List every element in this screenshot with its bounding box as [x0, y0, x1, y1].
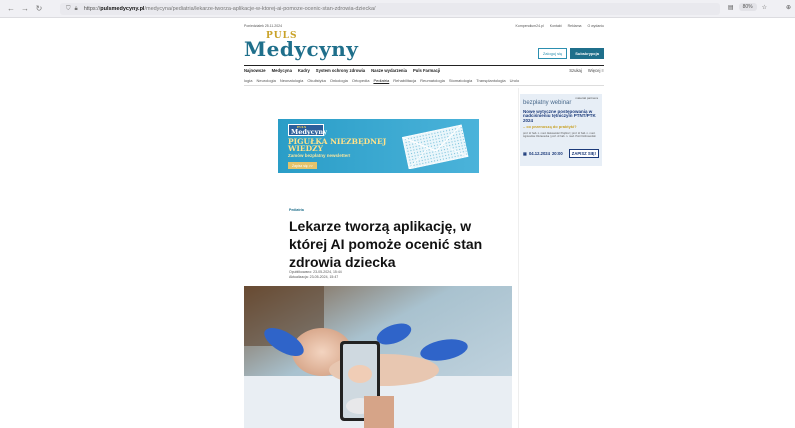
- nav-puls-farmacji[interactable]: Puls Farmacji: [413, 68, 440, 73]
- newsletter-banner[interactable]: PULS Medycyny PIGUŁKA NIEZBĘDNEJ WIEDZY …: [278, 119, 479, 173]
- subnav-item[interactable]: Transplantologia: [476, 78, 505, 83]
- webinar-authors: prof. dr hab. n. med. Aleksander Prejbis…: [523, 132, 596, 139]
- article-hero-image: [244, 286, 512, 428]
- updated-date: Aktualizacja: 23-05-2024, 15:47: [289, 275, 339, 279]
- current-date: Poniedziałek 25.11.2024: [244, 24, 283, 28]
- logo-medycyny: Medycyny: [244, 37, 359, 61]
- subnav-item[interactable]: Stomatologia: [449, 78, 472, 83]
- webinar-date: 04.12.2024: [528, 151, 550, 156]
- article-meta: Opublikowano: 23-05-2024, 15:44 Aktualiz…: [289, 270, 342, 280]
- top-bar: Poniedziałek 25.11.2024 Kompendium24.pl …: [244, 24, 604, 28]
- subnav-item[interactable]: Reumatologia: [420, 78, 445, 83]
- lock-icon[interactable]: 🔒︎: [75, 6, 78, 13]
- nav-medycyna[interactable]: Medycyna: [272, 68, 292, 73]
- subnav-item[interactable]: Ortopedia: [352, 78, 370, 83]
- banner-subtext: Zamów bezpłatny newsletter!: [288, 153, 351, 158]
- webinar-title: Nowe wytyczne postępowania w nadciśnieni…: [523, 109, 596, 123]
- top-link-kompendium[interactable]: Kompendium24.pl: [516, 24, 544, 28]
- subscribe-button[interactable]: Subskrypcja: [570, 48, 604, 59]
- browser-toolbar: ← → ↻ ⛉ 🔒︎ https:// pulsmedycyny.pl /med…: [0, 0, 795, 18]
- banner-logo-medycyny: Medycyny: [291, 128, 327, 136]
- search-link[interactable]: Szukaj: [569, 68, 582, 73]
- login-button[interactable]: Zaloguj się: [537, 48, 568, 59]
- extensions-icon[interactable]: ⊕: [786, 4, 791, 11]
- url-domain: pulsmedycyny.pl: [100, 6, 145, 12]
- reader-view-icon[interactable]: ▤: [728, 4, 734, 11]
- subnav-item[interactable]: Neurologia: [256, 78, 275, 83]
- subnav-item[interactable]: Urolo: [510, 78, 520, 83]
- webinar-ad[interactable]: materiał partnera bezpłatny webinar Nowe…: [520, 94, 602, 166]
- subnav-item-pediatria[interactable]: Pediatria: [373, 78, 389, 83]
- shield-icon[interactable]: ⛉: [66, 6, 71, 13]
- top-link-o-wydaniu[interactable]: O wydaniu: [587, 24, 604, 28]
- zoom-indicator[interactable]: 80%: [738, 3, 757, 11]
- banner-headline: PIGUŁKA NIEZBĘDNEJ WIEDZY: [288, 137, 387, 153]
- webinar-signup-button[interactable]: ZAPISZ SIĘ!: [568, 149, 599, 158]
- nav-nasze-wydarzenia[interactable]: Nasze wydarzenia: [371, 68, 407, 73]
- reload-icon[interactable]: ↻: [32, 4, 46, 13]
- subnav-item[interactable]: Rehabilitacja: [393, 78, 416, 83]
- address-bar[interactable]: ⛉ 🔒︎ https:// pulsmedycyny.pl /medycyna/…: [60, 3, 720, 15]
- nav-kadry[interactable]: Kadry: [298, 68, 310, 73]
- nav-divider: [244, 85, 604, 86]
- webinar-time: 20:00: [551, 151, 563, 156]
- article-category[interactable]: Pediatria: [289, 208, 304, 212]
- webinar-question: – co przenoszą do praktyki?: [523, 124, 577, 129]
- subnav-item[interactable]: logia: [244, 78, 252, 83]
- article-headline: Lekarze tworzą aplikację, w której AI po…: [289, 218, 483, 270]
- envelope-icon: [401, 124, 469, 169]
- specialty-nav: logia Neurologia Neonatologia Okulistyka…: [244, 76, 604, 84]
- url-scheme: https://: [83, 6, 101, 12]
- nav-system-ochrony-zdrowia[interactable]: System ochrony zdrowia: [316, 68, 365, 73]
- banner-logo: PULS Medycyny: [288, 124, 327, 136]
- subnav-item[interactable]: Okulistyka: [307, 78, 325, 83]
- calendar-icon: ▦: [523, 151, 527, 156]
- banner-signup-button[interactable]: Zapisz się >>: [288, 162, 317, 169]
- top-link-reklama[interactable]: Reklama: [568, 24, 582, 28]
- bookmark-star-icon[interactable]: ☆: [762, 4, 767, 11]
- subnav-item[interactable]: Neonatologia: [280, 78, 304, 83]
- nav-najnowsze[interactable]: Najnowsze: [244, 68, 266, 73]
- more-menu-link[interactable]: Więcej ≡: [588, 68, 604, 73]
- webinar-datetime: ▦ 04.12.2024 20:00: [523, 151, 563, 156]
- forward-icon[interactable]: →: [18, 4, 32, 13]
- top-link-kontakt[interactable]: Kontakt: [550, 24, 562, 28]
- url-path: /medycyna/pediatria/lekarze-tworza-aplik…: [144, 6, 376, 12]
- webinar-label: bezpłatny webinar: [523, 100, 572, 106]
- partner-label: materiał partnera: [575, 96, 598, 100]
- column-divider: [518, 88, 519, 428]
- subnav-item[interactable]: Onkologia: [330, 78, 348, 83]
- back-icon[interactable]: ←: [4, 4, 18, 13]
- main-nav: Najnowsze Medycyna Kadry System ochrony …: [244, 65, 604, 74]
